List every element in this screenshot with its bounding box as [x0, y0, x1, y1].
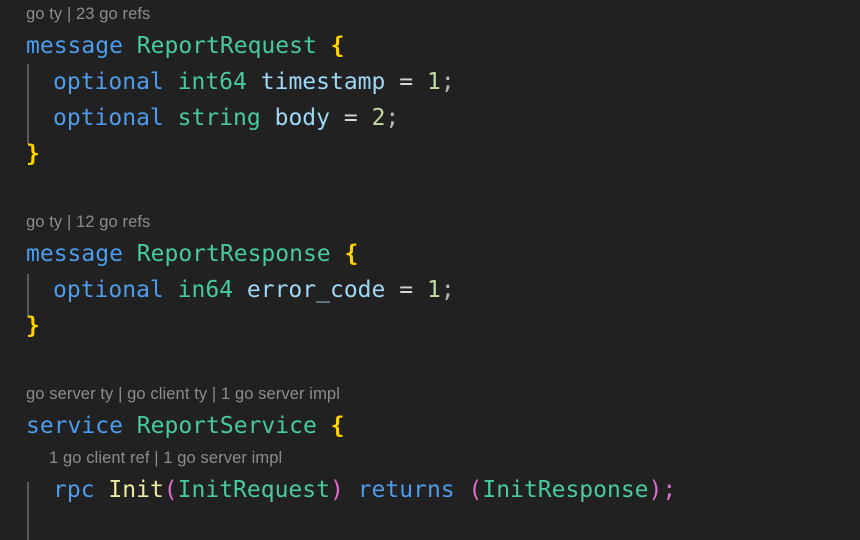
type-name-report-response[interactable]: ReportResponse — [137, 241, 331, 267]
equals-operator: = — [399, 277, 414, 303]
message-declaration-report-request: message ReportRequest { — [0, 28, 860, 64]
codelens-report-request[interactable]: go ty | 23 go refs — [0, 0, 860, 28]
semicolon: ; — [662, 477, 677, 503]
service-declaration-report-service: service ReportService { — [0, 408, 860, 444]
keyword-service: service — [26, 413, 123, 439]
field-error-code: optional in64 error_code = 1; — [0, 272, 860, 308]
close-brace-row-block-2: } — [0, 308, 860, 344]
close-brace: } — [26, 141, 40, 167]
close-paren: ) — [329, 477, 344, 503]
keyword-rpc: rpc — [53, 477, 95, 503]
keyword-returns: returns — [357, 477, 455, 503]
field-label-optional: optional — [53, 277, 164, 303]
field-type-int64[interactable]: int64 — [178, 69, 247, 95]
field-body: optional string body = 2; — [0, 100, 860, 136]
rpc-request-type-init-request[interactable]: InitRequest — [178, 477, 330, 503]
field-type-in64[interactable]: in64 — [178, 277, 233, 303]
open-brace: { — [330, 33, 345, 59]
returns-open-paren: ( — [468, 477, 483, 503]
close-brace-row-block-1: } — [0, 136, 860, 172]
returns-close-paren: ) — [648, 477, 663, 503]
message-declaration-report-response: message ReportResponse { — [0, 236, 860, 272]
open-brace: { — [330, 413, 345, 439]
block-spacer-1 — [0, 172, 860, 208]
keyword-message: message — [26, 33, 123, 59]
field-name-error-code[interactable]: error_code — [247, 277, 385, 303]
rpc-name-init[interactable]: Init — [108, 477, 163, 503]
keyword-message: message — [26, 241, 123, 267]
code-editor-surface[interactable]: go ty | 23 go refs message ReportRequest… — [0, 0, 860, 540]
field-name-timestamp[interactable]: timestamp — [261, 69, 386, 95]
rpc-method-init: rpc Init(InitRequest) returns (InitRespo… — [0, 472, 860, 508]
block-spacer-2 — [0, 344, 860, 380]
service-name-report-service[interactable]: ReportService — [137, 413, 317, 439]
codelens-report-service[interactable]: go server ty | go client ty | 1 go serve… — [0, 380, 860, 408]
open-brace: { — [344, 241, 359, 267]
semicolon: ; — [440, 69, 455, 95]
codelens-report-response[interactable]: go ty | 12 go refs — [0, 208, 860, 236]
equals-operator: = — [399, 69, 414, 95]
field-number-2: 2 — [371, 105, 386, 131]
field-number-1: 1 — [426, 277, 441, 303]
rpc-response-type-init-response[interactable]: InitResponse — [482, 477, 648, 503]
field-name-body[interactable]: body — [275, 105, 330, 131]
close-brace: } — [26, 313, 40, 339]
field-number-1: 1 — [426, 69, 441, 95]
equals-operator: = — [343, 105, 358, 131]
codelens-rpc-init[interactable]: 1 go client ref | 1 go server impl — [0, 444, 860, 472]
field-timestamp: optional int64 timestamp = 1; — [0, 64, 860, 100]
field-label-optional: optional — [53, 105, 164, 131]
open-paren: ( — [163, 477, 178, 503]
semicolon: ; — [440, 277, 455, 303]
field-type-string[interactable]: string — [178, 105, 261, 131]
semicolon: ; — [385, 105, 400, 131]
type-name-report-request[interactable]: ReportRequest — [137, 33, 317, 59]
field-label-optional: optional — [53, 69, 164, 95]
